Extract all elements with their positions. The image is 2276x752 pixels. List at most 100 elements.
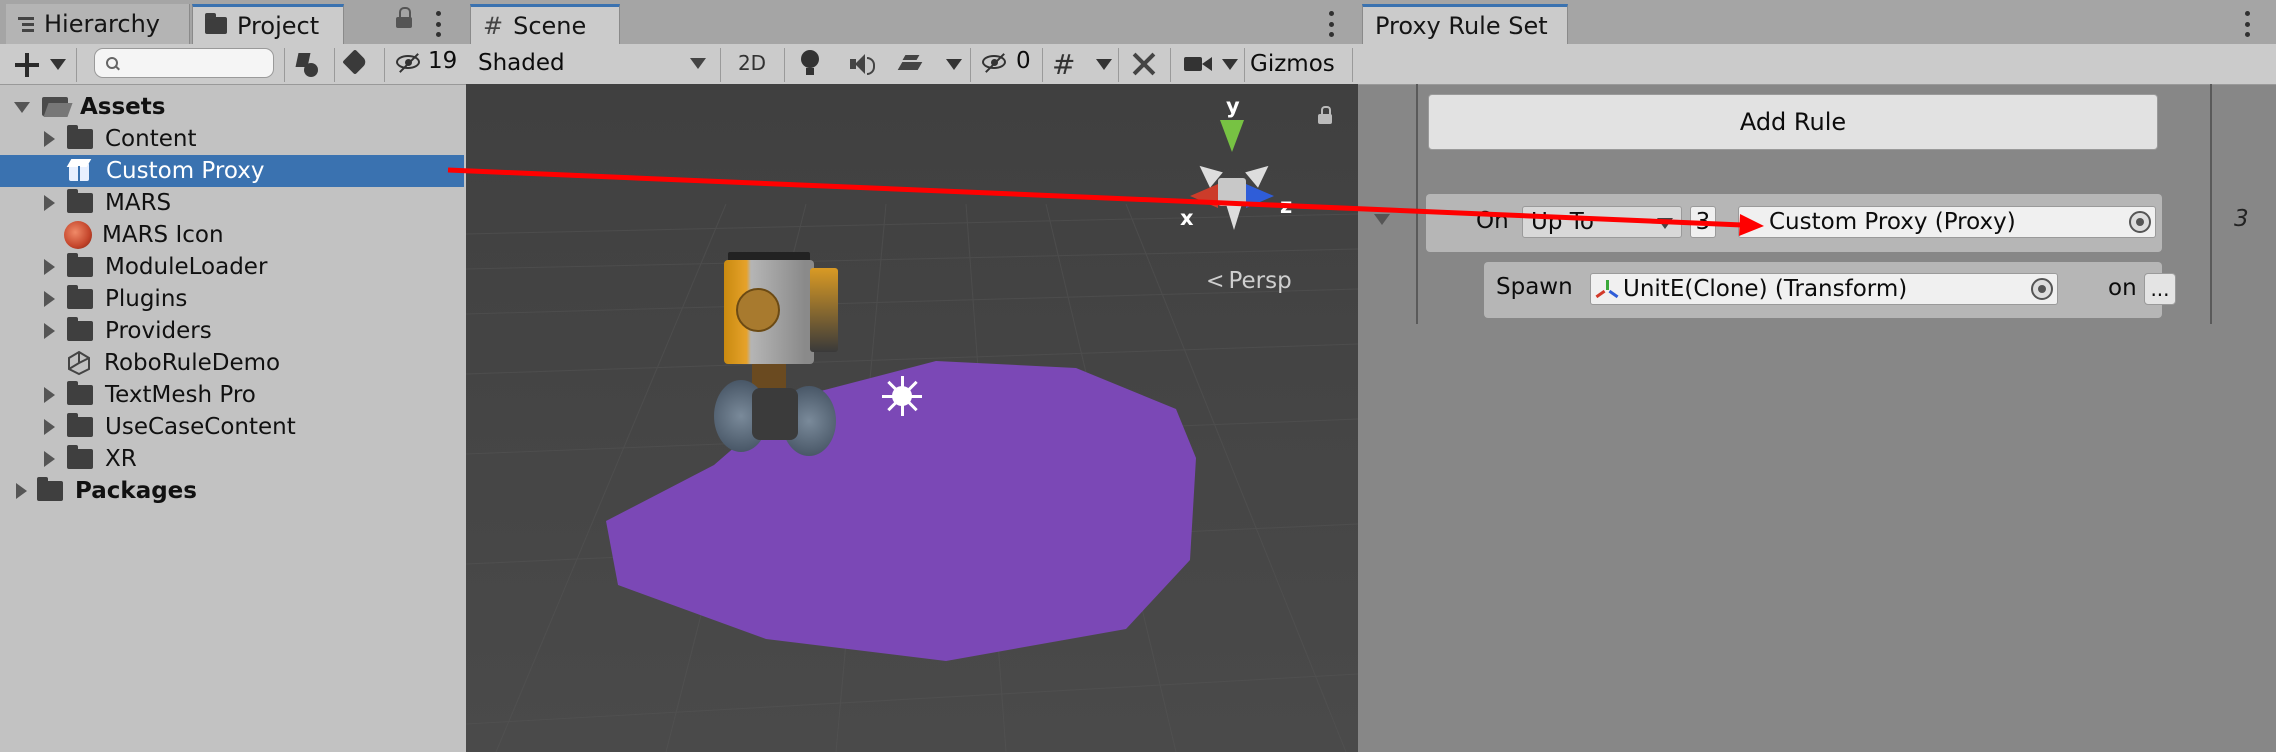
collapsed-arrow-icon[interactable]	[44, 451, 55, 467]
create-plus-icon[interactable]	[14, 52, 40, 78]
spawn-object-field[interactable]: UnitE(Clone) (Transform)	[1590, 273, 2058, 305]
toggle-2d-button[interactable]: 2D	[728, 46, 776, 80]
effects-toggle-icon[interactable]	[897, 52, 924, 76]
tree-item-providers[interactable]: Providers	[0, 315, 464, 347]
tree-item-xr[interactable]: XR	[0, 443, 464, 475]
prefab-cube-icon	[66, 158, 92, 184]
tree-item-packages[interactable]: Packages	[0, 475, 464, 507]
open-folder-icon	[42, 97, 73, 117]
directional-light-icon[interactable]	[882, 376, 922, 416]
tree-item-label: Content	[105, 126, 197, 152]
toolbar-separator	[76, 48, 77, 82]
search-input[interactable]	[94, 48, 274, 78]
spawn-on-label: on	[2108, 275, 2137, 301]
tree-item-label: MARS Icon	[102, 222, 224, 248]
toolbar-separator	[1244, 48, 1245, 82]
tab-project[interactable]: Project	[192, 4, 344, 44]
camera-dropdown-icon[interactable]	[1222, 59, 1238, 70]
grid-snap-icon[interactable]: #	[1052, 48, 1075, 81]
tree-item-label: Custom Proxy	[106, 158, 265, 184]
tree-item-plugins[interactable]: Plugins	[0, 283, 464, 315]
folder-icon	[67, 381, 93, 405]
collapsed-arrow-icon[interactable]	[44, 387, 55, 403]
spawn-label: Spawn	[1496, 274, 1573, 300]
gizmo-x-label: x	[1180, 206, 1194, 230]
hidden-objects-count: 0	[1016, 48, 1031, 74]
lock-icon[interactable]	[396, 7, 412, 28]
collapsed-arrow-icon[interactable]	[44, 195, 55, 211]
more-options-button[interactable]: ...	[2144, 273, 2176, 305]
object-picker-icon[interactable]	[2129, 211, 2151, 233]
collapsed-arrow-icon[interactable]	[44, 131, 55, 147]
orientation-gizmo[interactable]: y x z	[1180, 94, 1336, 244]
filter-by-type-icon[interactable]	[294, 50, 322, 78]
tree-item-content[interactable]: Content	[0, 123, 464, 155]
count-value: 3	[1695, 209, 1711, 235]
toolbar-separator	[1118, 48, 1119, 82]
folder-icon	[37, 477, 63, 501]
gizmos-label: Gizmos	[1250, 51, 1335, 77]
toggle-2d-label: 2D	[737, 51, 767, 75]
object-picker-icon[interactable]	[2031, 278, 2053, 300]
scene-menu-icon[interactable]	[1328, 11, 1334, 37]
project-menu-icon[interactable]	[435, 11, 441, 37]
tab-proxy-rule-set[interactable]: Proxy Rule Set	[1362, 4, 1568, 44]
toolbar-separator	[970, 48, 971, 82]
tree-item-textmesh-pro[interactable]: TextMesh Pro	[0, 379, 464, 411]
condition-dropdown[interactable]: Up To	[1522, 206, 1682, 238]
collapsed-arrow-icon[interactable]	[44, 259, 55, 275]
tree-item-label: UseCaseContent	[105, 414, 296, 440]
proxy-object-field[interactable]: Custom Proxy (Proxy)	[1738, 206, 2156, 238]
tree-item-label: RoboRuleDemo	[104, 350, 281, 376]
create-dropdown-icon[interactable]	[50, 59, 66, 70]
rule-menu-icon[interactable]	[2244, 11, 2250, 37]
tab-hierarchy[interactable]: Hierarchy	[6, 4, 190, 44]
tab-hierarchy-label: Hierarchy	[44, 10, 161, 38]
toolbar-separator	[720, 48, 721, 82]
condition-value: Up To	[1531, 209, 1594, 235]
folder-icon	[67, 253, 93, 277]
grid-dropdown-icon[interactable]	[1096, 59, 1112, 70]
projection-toggle[interactable]: < Persp	[1206, 268, 1292, 294]
transform-axes-icon	[1595, 279, 1619, 299]
folder-icon	[67, 189, 93, 213]
collapsed-arrow-icon[interactable]	[44, 323, 55, 339]
effects-dropdown-icon[interactable]	[946, 59, 962, 70]
tree-item-moduleloader[interactable]: ModuleLoader	[0, 251, 464, 283]
collapsed-arrow-icon[interactable]	[16, 483, 27, 499]
toolbar-separator	[284, 48, 285, 82]
hidden-packages-eye-icon[interactable]	[396, 53, 422, 73]
folder-icon	[67, 317, 93, 341]
image-thumbnail-icon	[64, 221, 92, 249]
expanded-arrow-icon[interactable]	[14, 101, 30, 113]
lighting-toggle-icon[interactable]	[798, 50, 822, 78]
tree-item-usecasecontent[interactable]: UseCaseContent	[0, 411, 464, 443]
count-field[interactable]: 3	[1690, 206, 1716, 238]
rule-foldout-arrow-icon[interactable]	[1374, 214, 1390, 225]
robot-model[interactable]	[712, 248, 862, 488]
toolbar-separator	[1042, 48, 1043, 82]
collapsed-arrow-icon[interactable]	[44, 419, 55, 435]
tree-item-roboruledemo[interactable]: RoboRuleDemo	[0, 347, 464, 379]
toolbar-separator	[384, 48, 385, 82]
shading-mode-dropdown[interactable]: Shaded	[470, 46, 712, 80]
camera-icon[interactable]	[1184, 55, 1214, 73]
collapsed-arrow-icon[interactable]	[44, 291, 55, 307]
audio-toggle-icon[interactable]	[850, 52, 876, 76]
folder-icon	[205, 13, 227, 34]
gizmos-button[interactable]: Gizmos	[1250, 48, 1335, 80]
tree-item-assets[interactable]: Assets	[0, 91, 464, 123]
add-rule-button[interactable]: Add Rule	[1428, 94, 2158, 150]
scene-viewport[interactable]: y x z < Persp	[466, 84, 1358, 752]
tab-scene[interactable]: # Scene	[470, 4, 620, 44]
tree-item-mars[interactable]: MARS	[0, 187, 464, 219]
scene-panel: # Scene Shaded 2D 0 # Gizmos y x z < Per…	[466, 0, 1358, 752]
gizmo-z-label: z	[1280, 194, 1293, 218]
viewport-lock-icon[interactable]	[1318, 106, 1332, 126]
folder-icon	[67, 413, 93, 437]
tools-icon[interactable]	[1130, 50, 1158, 78]
tree-item-label: MARS	[105, 190, 172, 216]
tree-item-mars-icon[interactable]: MARS Icon	[0, 219, 464, 251]
scene-visibility-eye-icon[interactable]	[982, 53, 1008, 73]
tree-item-custom-proxy[interactable]: Custom Proxy	[0, 155, 464, 187]
